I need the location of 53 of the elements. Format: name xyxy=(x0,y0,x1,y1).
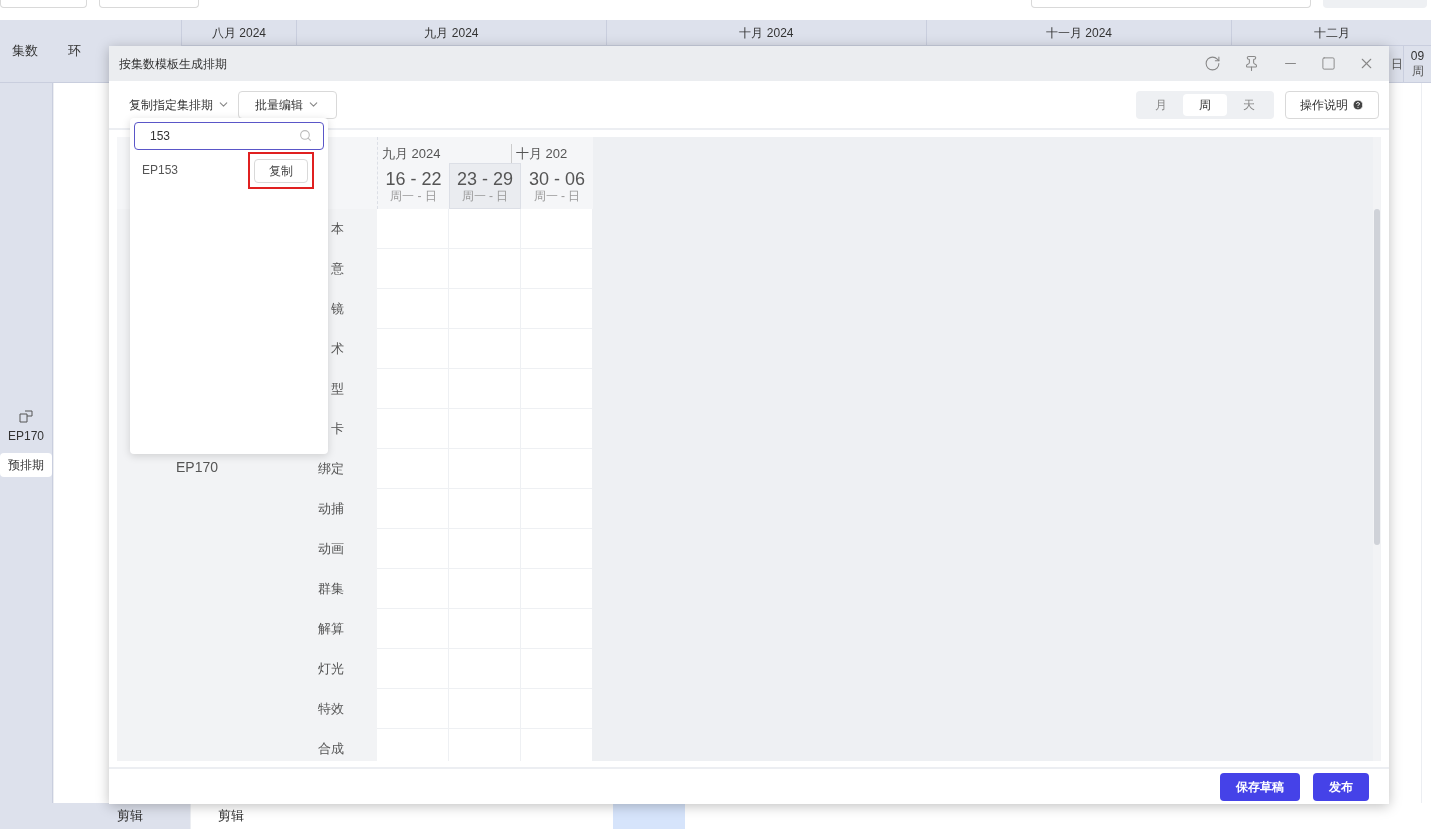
help-icon xyxy=(1352,98,1364,111)
phase-label: 镜 xyxy=(331,300,344,319)
toolbar-button[interactable] xyxy=(0,0,87,8)
copy-menu-button[interactable]: 复制指定集排期 xyxy=(119,95,238,114)
column-header: 集数 xyxy=(12,42,38,61)
month-header: 十二月 xyxy=(1313,24,1350,42)
month-header: 九月 2024 xyxy=(424,24,479,42)
status-badge: 预排期 xyxy=(0,452,52,477)
view-tab[interactable]: 周 xyxy=(1183,93,1227,116)
episode-label: EP170 xyxy=(8,427,44,445)
window-icon xyxy=(19,409,33,423)
month-header: 八月 2024 xyxy=(212,24,266,42)
month-header: 十月 2024 xyxy=(739,24,794,42)
phase-label: 灯光 xyxy=(318,660,344,679)
phase-label: 术 xyxy=(331,340,344,359)
result-item[interactable]: EP153 xyxy=(142,161,248,179)
phase-label: 特效 xyxy=(318,700,344,719)
phase-label: 意 xyxy=(331,260,344,279)
week-header[interactable]: 23 - 29 周一 - 日 xyxy=(449,163,521,209)
date-range-field[interactable] xyxy=(1031,0,1311,8)
search-field[interactable]: 153 xyxy=(134,122,324,150)
save-draft-button[interactable]: 保存草稿 xyxy=(1220,772,1300,801)
weekday-label: 日 xyxy=(1391,56,1403,72)
day-number: 09 xyxy=(1410,49,1425,64)
phase-label: 合成 xyxy=(318,740,344,759)
phase-label: 型 xyxy=(331,380,344,399)
phase-label: 动捕 xyxy=(318,500,344,519)
weekday-label: 周 xyxy=(1411,64,1424,79)
table-cell-text: 剪辑 xyxy=(217,807,244,826)
week-header[interactable]: 30 - 06 周一 - 日 xyxy=(521,163,593,209)
phase-label: 绑定 xyxy=(318,460,344,479)
highlighted-cell xyxy=(613,803,685,829)
phase-label: 卡 xyxy=(331,420,344,439)
pin-icon[interactable] xyxy=(1243,55,1260,72)
help-button[interactable]: 操作说明 xyxy=(1285,90,1379,119)
publish-button[interactable]: 发布 xyxy=(1313,772,1369,801)
column-header: 环 xyxy=(68,42,82,61)
dialog-title: 按集数模板生成排期 xyxy=(119,55,228,73)
toolbar-button[interactable] xyxy=(99,0,199,8)
month-header: 十月 202 xyxy=(511,143,568,163)
maximize-icon[interactable] xyxy=(1321,56,1336,71)
episode-label: EP170 xyxy=(175,457,218,477)
phase-label: 群集 xyxy=(318,580,344,599)
month-header: 九月 2024 xyxy=(382,144,441,163)
month-header: 十一月 2024 xyxy=(1046,24,1112,42)
copy-button[interactable]: 复制 xyxy=(254,158,308,183)
table-cell-text: 剪辑 xyxy=(117,807,143,826)
phase-label: 本 xyxy=(331,220,344,239)
phase-label: 动画 xyxy=(318,540,344,559)
search-icon xyxy=(299,129,312,142)
refresh-icon[interactable] xyxy=(1204,55,1221,72)
phase-label: 解算 xyxy=(318,620,344,639)
week-header[interactable]: 16 - 22 周一 - 日 xyxy=(378,163,449,209)
